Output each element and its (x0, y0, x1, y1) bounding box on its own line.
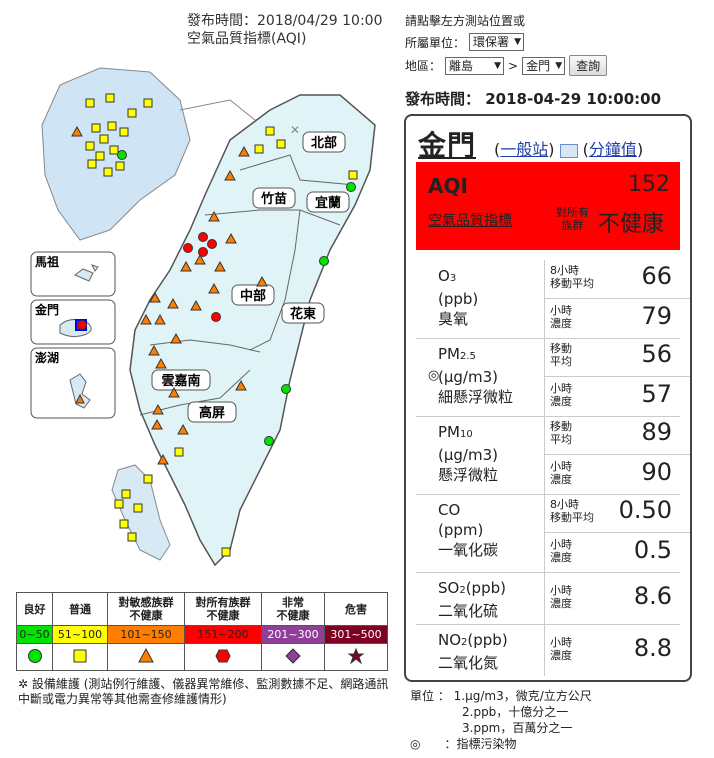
general-station-link[interactable]: 一般站 (500, 140, 548, 159)
region-label-gaoping: 高屏 (199, 405, 225, 421)
aqi-legend: 良好 普通 對敏感族群 不健康 對所有族群 不健康 非常 不健康 危害 0~50… (16, 592, 388, 671)
legend-header-sensitive: 對敏感族群 不健康 (107, 592, 185, 626)
region-label-zhumiao: 竹苗 (260, 191, 287, 207)
no2-hourly-value: 8.8 (633, 634, 672, 662)
legend-range-unhealthy: 151~200 (184, 625, 262, 644)
so2-hourly-value: 8.6 (633, 582, 672, 610)
co-8hr-value: 0.50 (618, 496, 672, 524)
legend-range-very-unhealthy: 201~300 (261, 625, 325, 644)
form-hint: 請點擊左方測站位置或 (405, 14, 526, 28)
station-select[interactable]: 金門 (522, 56, 566, 75)
region-label-yunjianan: 雲嘉南 (161, 373, 200, 389)
legend-triangle-icon (107, 643, 185, 671)
region-label-central: 中部 (240, 288, 266, 304)
unit-select[interactable]: 環保署 (469, 33, 525, 51)
legend-header-good: 良好 (16, 592, 53, 626)
legend-diamond-icon (261, 643, 325, 671)
legend-hexagon-icon (184, 643, 262, 671)
maintenance-note: ✲ 設備維護 (測站例行維護、儀器異常維修、監測數據不足、網路通訊中斷或電力異常… (18, 677, 389, 706)
region-label-huadong: 花東 (290, 306, 316, 322)
station-name: 金門 (418, 129, 477, 162)
pm25-avg-value: 56 (641, 340, 672, 368)
pollutant-co: CO (ppm) 一氧化碳 8小時 移動平均 0.50 小時 濃度 0.5 (416, 494, 690, 573)
legend-header-very-unhealthy: 非常 不健康 (261, 592, 325, 626)
legend-header-moderate: 普通 (52, 592, 108, 626)
main-pollutant-marker-icon: ◎ (410, 737, 421, 751)
legend-header-unhealthy: 對所有族群 不健康 (184, 592, 262, 626)
pm10-hourly-value: 90 (641, 458, 672, 486)
legend-square-icon (52, 643, 108, 671)
o3-hourly-value: 79 (641, 302, 672, 330)
query-button[interactable]: 查詢 (569, 55, 608, 76)
pollutant-so2: SO2(ppb) 二氧化硫 小時 濃度 8.6 (416, 572, 680, 625)
aqi-subtitle: 空氣品質指標 (428, 213, 512, 229)
pollutant-pm25: ◎ PM2.5 (μg/m3) 細懸浮微粒 移動 平均 56 小時 濃度 57 (416, 338, 690, 417)
pollutant-o3: O3 (ppb) 臭氧 8小時 移動平均 66 小時 濃度 79 (416, 260, 690, 339)
map-title: 空氣品質指標(AQI) (187, 31, 307, 47)
inset-label-kinmen: 金門 (34, 302, 59, 317)
units-note: 單位 ： 1.μg/m3，微克/立方公尺 2.ppb，十億分之一 3.ppm，百… (410, 689, 592, 751)
publish-time: 發布時間： 2018-04-29 10:00:00 (405, 90, 662, 108)
station-panel: 金門 (一般站) (分鐘值) AQI 152 空氣品質指標 對所有 族群 不健康… (404, 114, 692, 682)
area-label: 地區： (405, 59, 442, 73)
units-label: 單位 (410, 689, 435, 703)
aqi-box: AQI 152 空氣品質指標 對所有 族群 不健康 (416, 162, 680, 250)
area-row: 地區： 離島 > 金門 查詢 (405, 55, 608, 76)
legend-range-good: 0~50 (16, 625, 53, 644)
legend-circle-icon (16, 643, 53, 671)
aqi-status-group: 對所有 族群 (556, 206, 589, 232)
legend-star-icon (324, 643, 388, 671)
unit-label: 所屬單位： (405, 35, 466, 50)
region-label-north: 北部 (311, 135, 337, 151)
maintenance-icon: ✲ (18, 677, 32, 691)
aqi-value: 152 (628, 172, 670, 197)
chevron-right-icon: > (508, 58, 519, 73)
aqi-label: AQI (428, 174, 468, 198)
inset-label-matsu: 馬祖 (35, 254, 59, 269)
maintenance-icon: ✕ (290, 123, 300, 137)
pollutant-pm10: PM10 (μg/m3) 懸浮微粒 移動 平均 89 小時 濃度 90 (416, 416, 690, 495)
legend-range-sensitive: 101~150 (107, 625, 185, 644)
taiwan-map[interactable]: 北部 竹苗 宜蘭 中部 花東 雲嘉南 高屏 馬祖 金門 澎湖 ✕ (0, 60, 400, 585)
pm25-hourly-value: 57 (641, 380, 672, 408)
pm10-avg-value: 89 (641, 418, 672, 446)
station-links: (一般站) (分鐘值) (494, 140, 644, 159)
unit-row: 所屬單位： 環保署 (405, 33, 525, 51)
pollutant-no2: NO2(ppb) 二氧化氮 小時 濃度 8.8 (416, 624, 680, 676)
inset-label-penghu: 澎湖 (35, 350, 59, 365)
region-label-yilan: 宜蘭 (315, 195, 341, 211)
map-publish-time: 發布時間：2018/04/29 10:00 (187, 13, 383, 29)
region-select[interactable]: 離島 (445, 56, 505, 75)
chart-icon[interactable] (559, 143, 578, 158)
minute-value-link[interactable]: 分鐘值 (589, 140, 637, 159)
o3-8hr-value: 66 (641, 262, 672, 290)
legend-range-hazardous: 301~500 (324, 625, 388, 644)
legend-range-moderate: 51~100 (52, 625, 108, 644)
aqi-status: 不健康 (598, 212, 665, 237)
co-hourly-value: 0.5 (633, 536, 672, 564)
legend-header-hazardous: 危害 (324, 592, 388, 626)
